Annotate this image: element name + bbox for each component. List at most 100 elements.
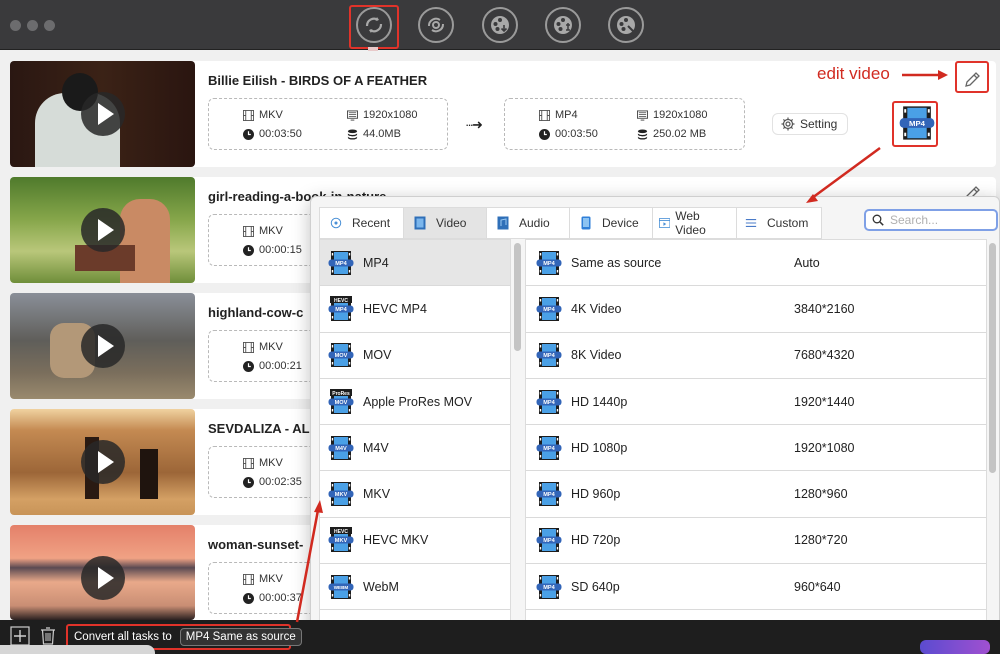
preset-resolution: 1280*720 xyxy=(794,533,848,548)
target-format: MP4 xyxy=(539,109,578,121)
svg-text:MP4: MP4 xyxy=(543,446,555,452)
source-duration: 00:00:15 xyxy=(243,244,302,256)
task-item: Billie Eilish - BIRDS OF A FEATHER MKV 0… xyxy=(10,61,996,167)
target-size: 250.02 MB xyxy=(637,128,706,140)
format-item[interactable]: WEBM WebM xyxy=(320,564,510,611)
preset-item[interactable]: MP4 Same as source Auto xyxy=(526,240,986,287)
source-format-value: MKV xyxy=(259,225,283,237)
format-item[interactable]: HEVC MP4 HEVC MP4 xyxy=(320,286,510,333)
format-item[interactable]: MKV MKV xyxy=(320,471,510,518)
preset-item[interactable]: MP4 HD 720p 1280*720 xyxy=(526,518,986,565)
format-item[interactable]: HEVC MKV HEVC MKV xyxy=(320,518,510,565)
preset-resolution: 960*640 xyxy=(794,579,841,594)
format-item[interactable]: M4V M4V xyxy=(320,425,510,472)
film-format-icon: MP4 xyxy=(536,435,562,460)
clock-icon xyxy=(539,128,550,140)
svg-text:MP4: MP4 xyxy=(335,261,347,267)
video-thumbnail[interactable] xyxy=(10,293,195,399)
source-duration-value: 00:00:37 xyxy=(259,592,302,604)
format-item-label: M4V xyxy=(363,440,389,455)
format-list-scrollbar[interactable] xyxy=(514,243,521,351)
preset-item[interactable]: MP4 HD 960p 1280*960 xyxy=(526,471,986,518)
convert-button-glow xyxy=(920,640,990,654)
svg-text:HEVC: HEVC xyxy=(334,298,348,304)
storage-icon xyxy=(637,128,648,140)
output-format-highlight xyxy=(892,101,938,147)
download-tool-button[interactable] xyxy=(482,7,518,43)
tab-device[interactable]: Device xyxy=(570,208,653,238)
rip-tool-button[interactable] xyxy=(418,7,454,43)
preset-item[interactable]: MP4 4K Video 3840*2160 xyxy=(526,286,986,333)
format-search-field[interactable] xyxy=(864,209,998,231)
tab-web-video[interactable]: Web Video xyxy=(653,208,737,238)
source-format-value: MKV xyxy=(259,109,283,121)
preset-item[interactable]: MP4 SD 640p 960*640 xyxy=(526,564,986,611)
tab-video[interactable]: Video xyxy=(404,208,487,238)
convert-all-format-select[interactable]: MP4 Same as source xyxy=(179,628,302,646)
film-reel-download-icon xyxy=(491,16,509,34)
play-icon[interactable] xyxy=(81,324,125,368)
clock-icon xyxy=(243,244,254,256)
play-icon[interactable] xyxy=(81,556,125,600)
svg-text:MP4: MP4 xyxy=(543,538,555,544)
video-thumbnail[interactable] xyxy=(10,525,195,620)
film-format-icon: MOV xyxy=(328,343,354,368)
tab-label: Custom xyxy=(767,216,809,230)
format-search-input[interactable] xyxy=(890,213,990,227)
preset-resolution: Auto xyxy=(794,255,820,270)
preset-name: HD 720p xyxy=(571,533,621,548)
preset-item[interactable]: MP4 8K Video 7680*4320 xyxy=(526,333,986,379)
tab-audio[interactable]: Audio xyxy=(487,208,570,238)
preset-list-scrollbar[interactable] xyxy=(989,243,996,473)
source-size-value: 44.0MB xyxy=(363,128,401,140)
clock-icon xyxy=(243,476,254,488)
preset-name: 4K Video xyxy=(571,301,622,316)
svg-text:WEBM: WEBM xyxy=(334,585,349,590)
source-format: MKV xyxy=(243,341,283,353)
gear-icon xyxy=(781,117,795,131)
compress-tool-button[interactable] xyxy=(545,7,581,43)
add-file-icon[interactable] xyxy=(10,626,30,646)
video-thumbnail[interactable] xyxy=(10,61,195,167)
window-zoom-button[interactable] xyxy=(44,20,55,31)
video-thumbnail[interactable] xyxy=(10,177,195,283)
target-resolution: 1920x1080 xyxy=(637,109,707,121)
window-close-button[interactable] xyxy=(10,20,21,31)
play-icon[interactable] xyxy=(81,208,125,252)
dock-strip xyxy=(0,645,155,654)
tab-recent[interactable]: Recent xyxy=(320,208,404,238)
monitor-icon xyxy=(347,109,358,121)
window-minimize-button[interactable] xyxy=(27,20,38,31)
setting-button[interactable]: Setting xyxy=(772,113,849,135)
video-thumbnail[interactable] xyxy=(10,409,195,515)
rip-icon xyxy=(428,17,444,33)
source-format: MKV xyxy=(243,457,283,469)
film-icon xyxy=(243,225,254,237)
toolbox-tool-button[interactable] xyxy=(608,7,644,43)
play-icon[interactable] xyxy=(81,440,125,484)
preset-item[interactable]: MP4 HD 1080p 1920*1080 xyxy=(526,425,986,472)
format-item[interactable]: MP4 MP4 xyxy=(320,240,510,287)
clock-icon xyxy=(243,128,254,140)
app-window: Billie Eilish - BIRDS OF A FEATHER MKV 0… xyxy=(0,0,1000,654)
format-item[interactable]: MOV MOV xyxy=(320,333,510,379)
source-size: 44.0MB xyxy=(347,128,401,140)
source-resolution-value: 1920x1080 xyxy=(363,109,418,121)
trash-icon[interactable] xyxy=(38,626,58,646)
source-format: MKV xyxy=(243,109,283,121)
target-resolution-value: 1920x1080 xyxy=(653,109,708,121)
preset-list: MP4 Same as source Auto MP4 4K Video 3840*216… xyxy=(525,239,987,641)
play-icon[interactable] xyxy=(81,92,125,136)
format-item[interactable]: ProRes MOV Apple ProRes MOV xyxy=(320,379,510,426)
film-reel-tools-icon xyxy=(617,16,635,34)
film-reel-compress-icon xyxy=(554,16,572,34)
svg-text:MP4: MP4 xyxy=(543,400,555,406)
convert-tool-highlight xyxy=(349,5,399,49)
target-duration: 00:03:50 xyxy=(539,128,598,140)
tab-custom[interactable]: Custom xyxy=(737,208,821,238)
monitor-icon xyxy=(637,109,648,121)
film-format-icon: M4V xyxy=(328,435,354,460)
preset-resolution: 7680*4320 xyxy=(794,348,855,363)
film-format-icon: MP4 xyxy=(328,250,354,275)
preset-item[interactable]: MP4 HD 1440p 1920*1440 xyxy=(526,379,986,426)
